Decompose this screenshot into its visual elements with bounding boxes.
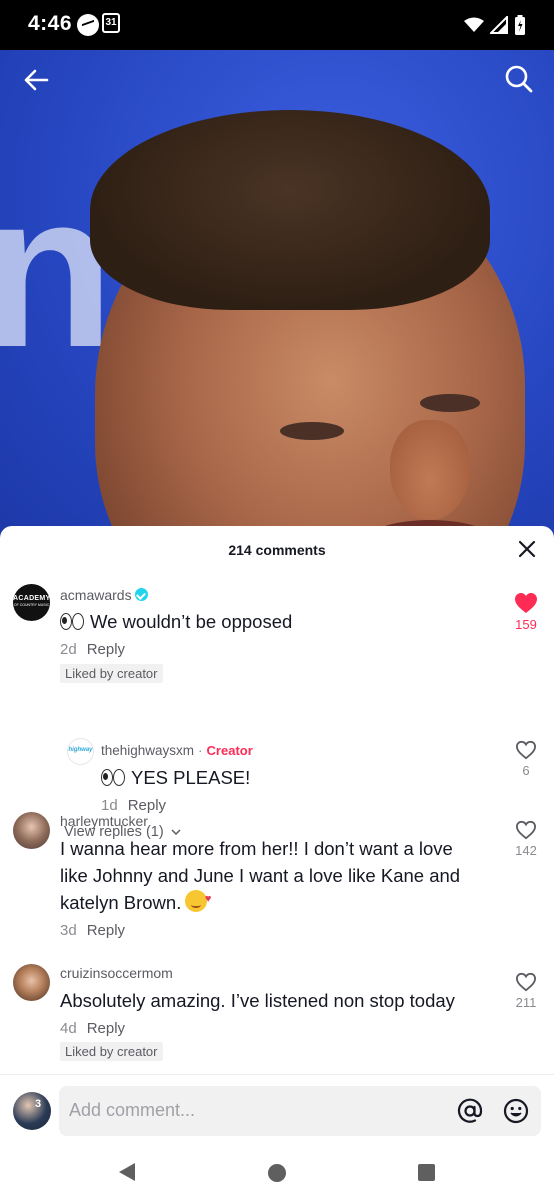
comment-meta: 3d Reply bbox=[60, 922, 125, 939]
reply-button[interactable]: Reply bbox=[87, 641, 125, 658]
video-hair bbox=[90, 110, 490, 310]
reply-age: 1d bbox=[101, 797, 118, 814]
emoji-icon[interactable] bbox=[503, 1098, 529, 1124]
nav-back-icon[interactable] bbox=[118, 1162, 136, 1182]
username-text: acmawards bbox=[60, 587, 132, 603]
comment-age: 4d bbox=[60, 1020, 77, 1037]
nav-recents-icon[interactable] bbox=[418, 1164, 435, 1181]
verified-badge-icon bbox=[134, 588, 148, 601]
comment-text: Absolutely amazing. I’ve listened non st… bbox=[60, 990, 455, 1011]
heart-icon bbox=[515, 593, 537, 613]
cell-signal-icon bbox=[490, 16, 508, 34]
like-button[interactable]: 6 bbox=[506, 740, 546, 778]
like-button[interactable]: 211 bbox=[506, 972, 546, 1010]
comment-username[interactable]: harleymtucker bbox=[60, 813, 148, 829]
like-count: 159 bbox=[515, 617, 537, 632]
like-button[interactable]: 159 bbox=[506, 592, 546, 632]
comment-input-bar: 3 Add comment... bbox=[0, 1074, 554, 1150]
video-player[interactable]: n te bbox=[0, 50, 554, 540]
heart-outline-icon bbox=[515, 740, 537, 760]
current-user-avatar[interactable]: 3 bbox=[13, 1092, 51, 1130]
comments-list[interactable]: ACADEMY OF COUNTRY MUSIC acmawards We wo… bbox=[0, 572, 554, 1074]
nav-home-icon[interactable] bbox=[268, 1164, 286, 1182]
comment-username[interactable]: cruizinsoccermom bbox=[60, 965, 173, 981]
reply-username-text: thehighwaysxm bbox=[101, 743, 195, 758]
reply-meta: 1d Reply bbox=[101, 797, 166, 814]
comment-age: 2d bbox=[60, 641, 77, 658]
avatar-logo-subtext: OF COUNTRY MUSIC bbox=[13, 603, 50, 607]
comment-age: 3d bbox=[60, 922, 77, 939]
calendar-icon: 31 bbox=[102, 13, 120, 33]
wifi-icon bbox=[464, 17, 484, 32]
comments-sheet: 214 comments ACADEMY OF COUNTRY MUSIC ac… bbox=[0, 526, 554, 1200]
smiling-hearts-emoji-icon bbox=[185, 886, 211, 913]
video-eye-left bbox=[280, 422, 344, 440]
comment-input[interactable]: Add comment... bbox=[59, 1086, 541, 1136]
reply-avatar-logo: highway bbox=[68, 747, 93, 753]
back-arrow-icon[interactable] bbox=[22, 66, 50, 94]
system-nav-bar bbox=[0, 1150, 554, 1200]
reply-avatar[interactable]: highway bbox=[67, 738, 94, 765]
like-count: 142 bbox=[515, 843, 537, 858]
liked-by-creator-badge: Liked by creator bbox=[60, 1042, 163, 1061]
comment-input-placeholder: Add comment... bbox=[69, 1100, 196, 1120]
avatar-logo-text: ACADEMY bbox=[13, 595, 50, 602]
status-time: 4:46 bbox=[28, 12, 73, 35]
avatar[interactable] bbox=[13, 964, 50, 1001]
comment-meta: 4d Reply bbox=[60, 1020, 125, 1037]
creator-tag: Creator bbox=[206, 743, 253, 758]
reply-button[interactable]: Reply bbox=[87, 922, 125, 939]
reply-text: YES PLEASE! bbox=[101, 764, 250, 791]
avatar[interactable] bbox=[13, 812, 50, 849]
search-icon[interactable] bbox=[504, 64, 534, 94]
liked-by-creator-badge: Liked by creator bbox=[60, 664, 163, 683]
battery-icon bbox=[515, 15, 525, 35]
sheet-header: 214 comments bbox=[0, 526, 554, 572]
avatar[interactable]: ACADEMY OF COUNTRY MUSIC bbox=[13, 584, 50, 621]
status-bar: 4:46 31 bbox=[0, 0, 554, 50]
heart-outline-icon bbox=[515, 972, 537, 992]
comment-meta: 2d Reply bbox=[60, 641, 125, 658]
comment-text: I wanna hear more from her!! I don’t wan… bbox=[60, 835, 460, 916]
comment-username[interactable]: acmawards bbox=[60, 587, 148, 603]
status-icons bbox=[464, 13, 526, 37]
comment-text: We wouldn’t be opposed bbox=[60, 608, 292, 635]
close-icon[interactable] bbox=[516, 538, 538, 560]
at-sign-icon[interactable] bbox=[457, 1098, 483, 1124]
like-count: 211 bbox=[515, 995, 537, 1010]
avatar-badge-text: 3 bbox=[35, 1098, 42, 1110]
eyes-emoji-icon bbox=[60, 613, 84, 630]
reply-username[interactable]: thehighwaysxm · Creator bbox=[101, 743, 253, 758]
reply-button[interactable]: Reply bbox=[128, 797, 166, 814]
like-button[interactable]: 142 bbox=[506, 820, 546, 858]
eyes-emoji-icon bbox=[101, 769, 125, 786]
separator-dot: · bbox=[198, 743, 203, 758]
like-count: 6 bbox=[522, 763, 530, 778]
video-nose bbox=[390, 420, 470, 520]
heart-outline-icon bbox=[515, 820, 537, 840]
reply-button[interactable]: Reply bbox=[87, 1020, 125, 1037]
messenger-icon bbox=[77, 14, 99, 36]
video-eye-right bbox=[420, 394, 480, 412]
comments-count-title: 214 comments bbox=[228, 542, 326, 558]
